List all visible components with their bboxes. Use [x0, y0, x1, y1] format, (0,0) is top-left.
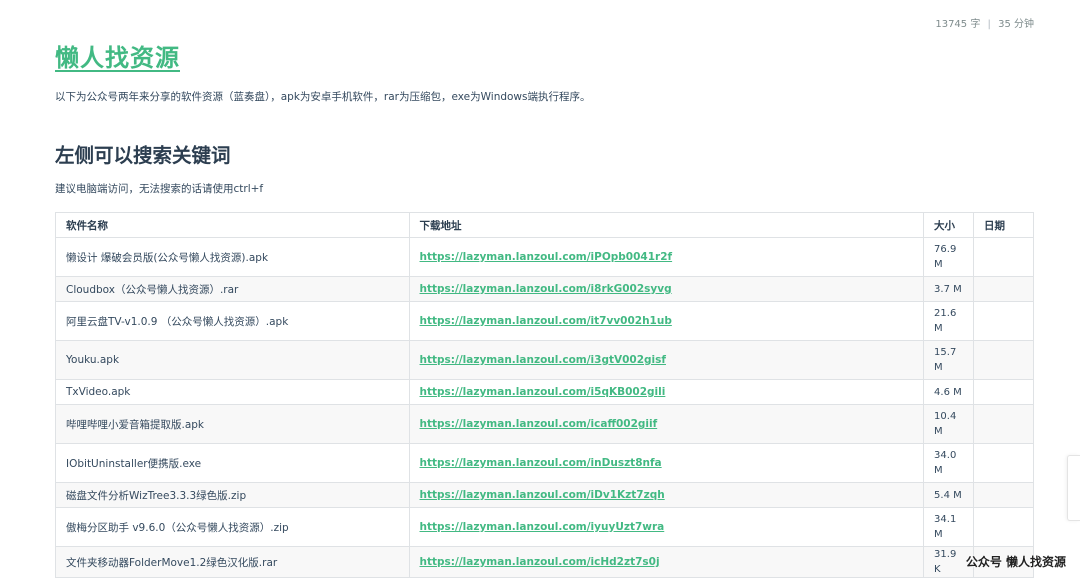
file-date [973, 404, 1034, 444]
file-size: 34.0 M [923, 443, 975, 483]
download-link[interactable]: https://lazyman.lanzoul.com/icaff002giif [420, 418, 658, 430]
watermark: 公众号 懒人找资源 [965, 555, 1066, 569]
software-table: 软件名称 下载地址 大小 日期 懒设计 爆破会员版(公众号懒人找资源).apk … [55, 212, 1034, 578]
file-name: TxVideo.apk [55, 379, 410, 405]
header-date: 日期 [973, 212, 1034, 238]
download-link[interactable]: https://lazyman.lanzoul.com/inDuszt8nfa [420, 457, 662, 469]
table-row: 懒设计 爆破会员版(公众号懒人找资源).apk https://lazyman.… [55, 237, 1034, 277]
article-meta: 13745 字 | 35 分钟 [935, 15, 1034, 30]
intro-text: 以下为公众号两年来分享的软件资源（蓝奏盘），apk为安卓手机软件，rar为压缩包… [55, 91, 591, 103]
file-name: IObitUninstaller便携版.exe [55, 443, 410, 483]
table-row: 阿里云盘TV-v1.0.9 （公众号懒人找资源）.apk https://laz… [55, 301, 1034, 341]
header-size: 大小 [923, 212, 975, 238]
download-link[interactable]: https://lazyman.lanzoul.com/iDv1Kzt7zqh [420, 489, 665, 501]
file-size: 4.6 M [923, 379, 975, 405]
side-scroll-tab[interactable] [1067, 455, 1080, 521]
download-link[interactable]: https://lazyman.lanzoul.com/icHd2zt7s0j [420, 556, 660, 568]
file-date [973, 482, 1034, 508]
table-row: Youku.apk https://lazyman.lanzoul.com/i3… [55, 340, 1034, 380]
file-date [973, 340, 1034, 380]
read-time: 35 分钟 [998, 19, 1034, 30]
table-row: 哔哩哔哩小爱音箱提取版.apk https://lazyman.lanzoul.… [55, 404, 1034, 444]
meta-separator: | [987, 19, 991, 30]
download-link[interactable]: https://lazyman.lanzoul.com/i8rkG002syvg [420, 283, 672, 295]
file-name: Cloudbox（公众号懒人找资源）.rar [55, 276, 410, 302]
file-size: 15.7 M [923, 340, 975, 380]
table-row: Cloudbox（公众号懒人找资源）.rar https://lazyman.l… [55, 276, 1034, 302]
header-name: 软件名称 [55, 212, 410, 238]
download-link[interactable]: https://lazyman.lanzoul.com/iyuyUzt7wra [420, 521, 665, 533]
file-name: 文件夹移动器FolderMove1.2绿色汉化版.rar [55, 546, 410, 578]
file-date [973, 301, 1034, 341]
file-size: 76.9 M [923, 237, 975, 277]
file-date [973, 276, 1034, 302]
table-row: 磁盘文件分析WizTree3.3.3绿色版.zip https://lazyma… [55, 482, 1034, 508]
file-size: 3.7 M [923, 276, 975, 302]
table-row: 傲梅分区助手 v9.6.0（公众号懒人找资源）.zip https://lazy… [55, 507, 1034, 547]
file-name: 磁盘文件分析WizTree3.3.3绿色版.zip [55, 482, 410, 508]
file-date [973, 237, 1034, 277]
file-size: 5.4 M [923, 482, 975, 508]
table-header-row: 软件名称 下载地址 大小 日期 [55, 212, 1034, 238]
file-date [973, 443, 1034, 483]
page-title[interactable]: 懒人找资源 [55, 38, 180, 73]
file-size: 34.1 M [923, 507, 975, 547]
file-date [973, 507, 1034, 547]
table-row: IObitUninstaller便携版.exe https://lazyman.… [55, 443, 1034, 483]
table-row: TxVideo.apk https://lazyman.lanzoul.com/… [55, 379, 1034, 405]
file-name: 阿里云盘TV-v1.0.9 （公众号懒人找资源）.apk [55, 301, 410, 341]
download-link[interactable]: https://lazyman.lanzoul.com/i3gtV002gisf [420, 354, 666, 366]
file-name: 哔哩哔哩小爱音箱提取版.apk [55, 404, 410, 444]
header-url: 下载地址 [408, 212, 925, 238]
file-name: Youku.apk [55, 340, 410, 380]
file-date [973, 379, 1034, 405]
search-hint: 建议电脑端访问，无法搜索的话请使用ctrl+f [55, 183, 264, 195]
download-link[interactable]: https://lazyman.lanzoul.com/it7vv002h1ub [420, 315, 672, 327]
file-name: 懒设计 爆破会员版(公众号懒人找资源).apk [55, 237, 410, 277]
word-count: 13745 字 [935, 19, 981, 30]
table-row: 文件夹移动器FolderMove1.2绿色汉化版.rar https://laz… [55, 546, 1034, 578]
download-link[interactable]: https://lazyman.lanzoul.com/i5qKB002gili [420, 386, 666, 398]
file-size: 10.4 M [923, 404, 975, 444]
file-name: 傲梅分区助手 v9.6.0（公众号懒人找资源）.zip [55, 507, 410, 547]
section-heading: 左侧可以搜索关键词 [55, 144, 231, 167]
download-link[interactable]: https://lazyman.lanzoul.com/iPOpb0041r2f [420, 251, 673, 263]
file-size: 21.6 M [923, 301, 975, 341]
